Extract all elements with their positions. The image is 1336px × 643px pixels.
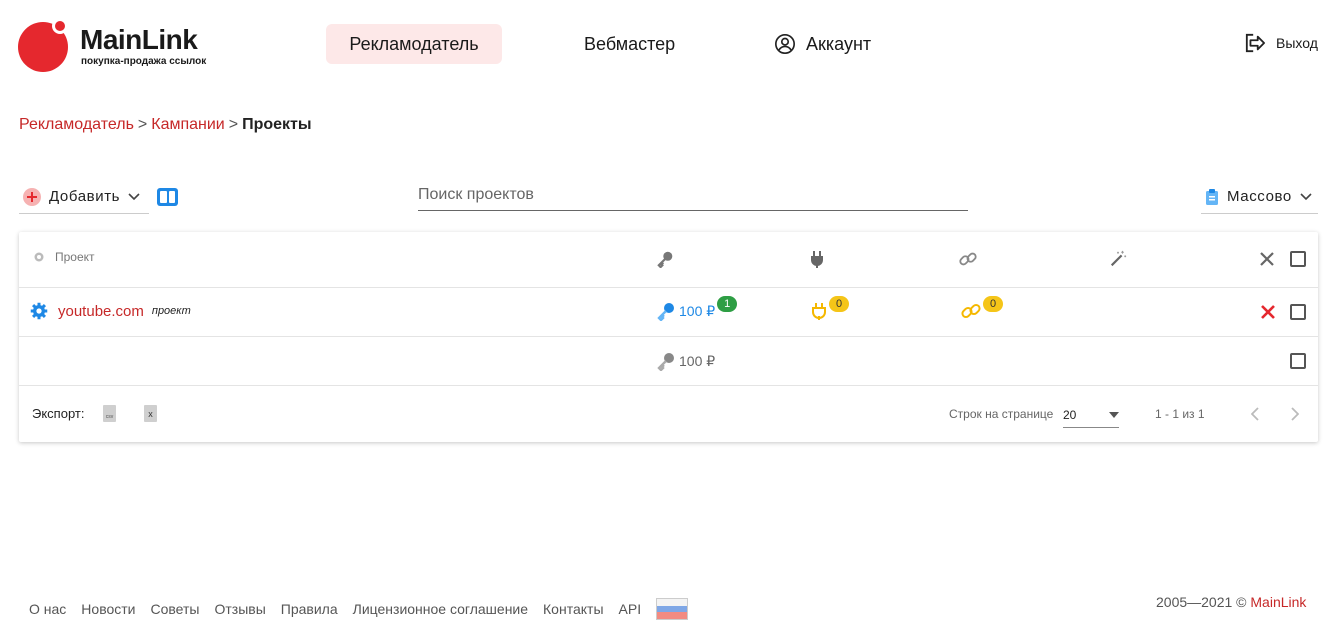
nav-advertiser[interactable]: Рекламодатель	[326, 24, 502, 64]
columns-view-button[interactable]	[157, 188, 178, 206]
tools-icon	[1260, 252, 1274, 266]
nav-account[interactable]: Аккаунт	[752, 24, 893, 64]
russian-flag-icon[interactable]	[656, 598, 689, 620]
link-count-badge: 0	[983, 296, 1003, 312]
logo-tagline: покупка-продажа ссылок	[81, 56, 207, 67]
gear-icon	[34, 252, 44, 262]
logo-name: MainLink	[80, 24, 198, 55]
project-cell: youtube.com проект	[30, 302, 191, 320]
footer-link-contacts[interactable]: Контакты	[543, 601, 603, 617]
price-value: 100 ₽	[679, 302, 716, 319]
footer-link-rules[interactable]: Правила	[281, 601, 338, 617]
price-cell[interactable]: 100 ₽ 1	[657, 296, 738, 321]
nav-webmaster-label: Вебмастер	[584, 33, 676, 54]
breadcrumb-separator: >	[137, 116, 148, 133]
rows-per-page-label: Строк на странице	[949, 407, 1054, 421]
plug-icon	[812, 303, 826, 320]
footer-link-tips[interactable]: Советы	[151, 601, 200, 617]
chevron-right-icon	[1291, 407, 1299, 421]
project-tag: проект	[151, 305, 191, 317]
search-input[interactable]	[418, 180, 968, 211]
table-footer: Экспорт: csv x Строк на странице 20 1 - …	[19, 386, 1318, 442]
link-icon	[959, 252, 977, 266]
column-project[interactable]: Проект	[33, 250, 95, 264]
export-label: Экспорт:	[32, 406, 85, 421]
link-icon	[961, 303, 981, 319]
chevron-down-icon	[128, 192, 140, 200]
key-icon	[657, 251, 673, 268]
breadcrumb-current: Проекты	[242, 116, 312, 133]
chevron-left-icon	[1251, 407, 1259, 421]
key-icon	[657, 353, 674, 371]
delete-button[interactable]	[1260, 304, 1276, 320]
nav-account-label: Аккаунт	[806, 33, 872, 54]
breadcrumb-separator: >	[228, 116, 239, 133]
table-row: youtube.com проект 100 ₽ 1 0 0	[19, 288, 1318, 337]
caret-down-icon	[1109, 411, 1119, 418]
clipboard-icon	[1206, 188, 1218, 205]
plug-count-badge: 0	[829, 296, 849, 312]
logo[interactable]: MainLink покупка-продажа ссылок	[18, 18, 218, 72]
logout-label: Выход	[1276, 35, 1318, 51]
breadcrumb: Рекламодатель > Кампании > Проекты	[19, 116, 312, 134]
copyright-brand-link[interactable]: MainLink	[1250, 594, 1306, 610]
rows-per-page-value: 20	[1063, 407, 1077, 422]
mass-action-label: Массово	[1227, 188, 1292, 205]
settings-gear-icon[interactable]	[30, 302, 48, 320]
footer-link-news[interactable]: Новости	[81, 601, 135, 617]
copyright-years: 2005—2021 ©	[1156, 594, 1247, 610]
next-page-button[interactable]	[1285, 404, 1305, 424]
plus-icon	[23, 187, 41, 206]
export-csv-icon[interactable]: csv	[103, 405, 116, 422]
footer-link-reviews[interactable]: Отзывы	[214, 601, 265, 617]
table-row: 100 ₽	[19, 337, 1318, 386]
column-icon	[168, 191, 175, 203]
row-checkbox[interactable]	[1290, 304, 1306, 320]
nav-advertiser-label: Рекламодатель	[349, 33, 479, 54]
footer-links: О нас Новости Советы Отзывы Правила Лице…	[29, 598, 689, 620]
price-value: 100 ₽	[679, 352, 716, 369]
column-plugs[interactable]	[809, 250, 825, 268]
price-cell[interactable]: 100 ₽	[657, 351, 715, 371]
add-button[interactable]: Добавить	[19, 180, 149, 214]
column-icon	[160, 191, 167, 203]
breadcrumb-advertiser[interactable]: Рекламодатель	[19, 116, 134, 133]
column-keys[interactable]	[657, 250, 675, 268]
link-cell[interactable]: 0	[961, 296, 1003, 321]
breadcrumb-campaigns[interactable]: Кампании	[151, 116, 225, 133]
select-all-checkbox[interactable]	[1290, 251, 1306, 267]
prev-page-button[interactable]	[1245, 404, 1265, 424]
export-excel-icon[interactable]: x	[144, 405, 157, 422]
project-link[interactable]: youtube.com	[58, 303, 144, 320]
copyright: 2005—2021 © MainLink	[1156, 594, 1306, 610]
pagination-range: 1 - 1 из 1	[1155, 407, 1205, 421]
logo-dot	[52, 18, 68, 34]
column-links[interactable]	[959, 250, 977, 268]
footer-link-license[interactable]: Лицензионное соглашение	[353, 601, 528, 617]
close-icon	[1261, 305, 1275, 319]
account-icon	[775, 34, 795, 54]
price-count-badge: 1	[717, 296, 738, 312]
add-button-label: Добавить	[49, 188, 121, 205]
logout-icon	[1245, 33, 1265, 53]
footer-link-api[interactable]: API	[619, 601, 642, 617]
mass-action-button[interactable]: Массово	[1201, 180, 1318, 214]
magic-wand-icon	[1110, 250, 1127, 267]
row-checkbox[interactable]	[1290, 353, 1306, 369]
plug-cell[interactable]: 0	[811, 296, 849, 320]
table-header-row: Проект	[19, 232, 1318, 288]
key-icon	[657, 303, 674, 321]
plug-icon	[811, 251, 823, 268]
column-delete[interactable]	[1259, 251, 1275, 267]
rows-per-page-select[interactable]: 20	[1063, 402, 1119, 428]
chevron-down-icon	[1300, 192, 1312, 200]
projects-table: Проект youtube.com проект 100 ₽ 1 0 0 10…	[19, 232, 1318, 442]
logout-button[interactable]: Выход	[1244, 33, 1318, 53]
nav-webmaster[interactable]: Вебмастер	[562, 24, 697, 64]
column-magic[interactable]	[1109, 250, 1127, 268]
footer-link-about[interactable]: О нас	[29, 601, 66, 617]
column-project-label: Проект	[55, 250, 95, 264]
